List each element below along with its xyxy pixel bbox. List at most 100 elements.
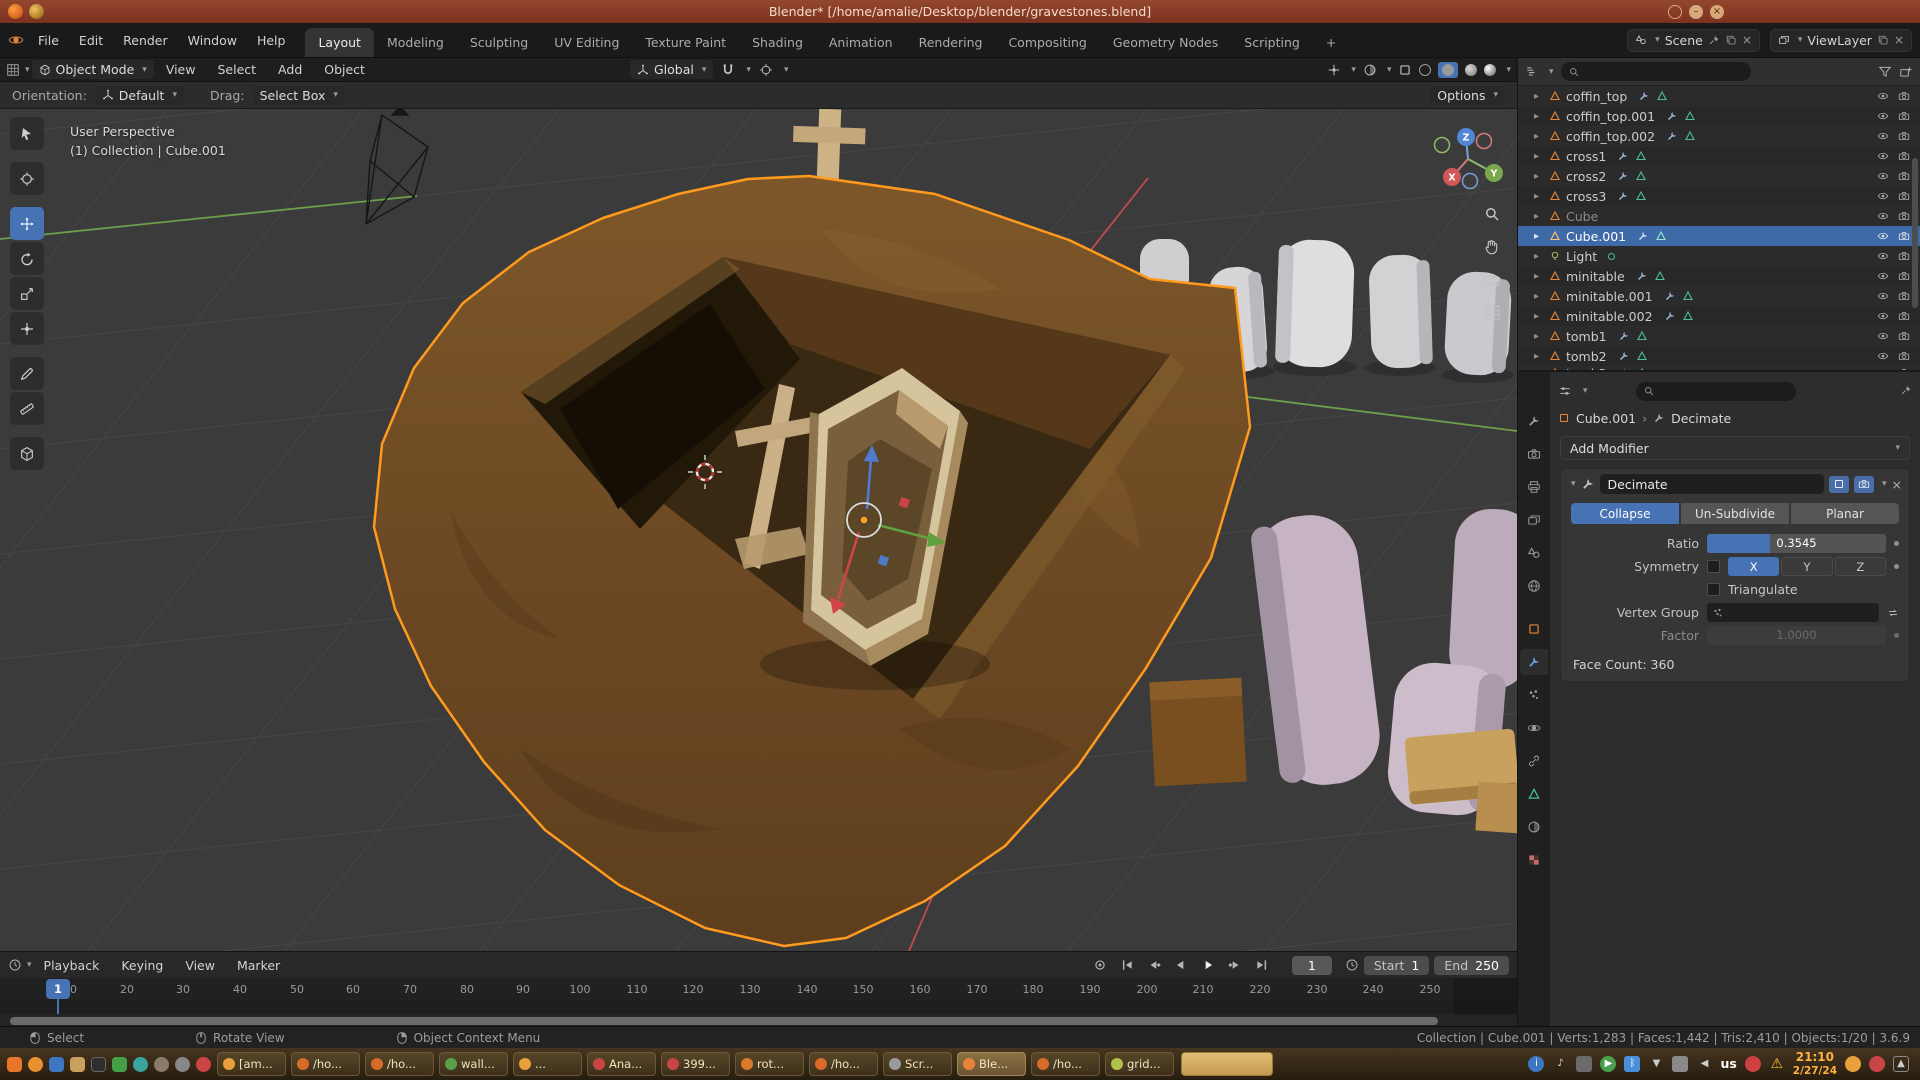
axis-z-button[interactable]: Z bbox=[1835, 557, 1886, 576]
taskbar-window[interactable]: [am... bbox=[217, 1052, 286, 1076]
hide-eye-icon[interactable] bbox=[1877, 250, 1889, 262]
tab-animation[interactable]: Animation bbox=[816, 28, 906, 57]
tab-material[interactable] bbox=[1520, 814, 1548, 840]
axis-x-button[interactable]: X bbox=[1728, 557, 1779, 576]
hide-eye-icon[interactable] bbox=[1877, 310, 1889, 322]
terrain-mound[interactable] bbox=[374, 176, 1250, 946]
shading-solid-button[interactable] bbox=[1438, 62, 1458, 78]
bluetooth-tray-icon[interactable]: ᛒ bbox=[1624, 1056, 1640, 1072]
outliner-item[interactable]: ▸coffin_top.001 bbox=[1518, 106, 1920, 126]
tab-layout[interactable]: Layout bbox=[305, 28, 374, 57]
close-modifier-icon[interactable]: × bbox=[1892, 477, 1902, 492]
shading-material-button[interactable] bbox=[1465, 64, 1477, 76]
properties-search-input[interactable] bbox=[1636, 382, 1796, 401]
tab-uv-editing[interactable]: UV Editing bbox=[541, 28, 632, 57]
tool-transform[interactable] bbox=[10, 312, 44, 345]
outliner-item[interactable]: ▸coffin_top.002 bbox=[1518, 126, 1920, 146]
render-visibility-icon[interactable] bbox=[1898, 330, 1910, 342]
expand-icon[interactable]: ▸ bbox=[1534, 151, 1544, 162]
triangulate-checkbox[interactable] bbox=[1707, 583, 1720, 596]
play-tray-icon[interactable]: ▶ bbox=[1600, 1056, 1616, 1072]
timeline-editor-icon[interactable] bbox=[8, 958, 22, 972]
properties-editor-icon[interactable] bbox=[1558, 384, 1572, 398]
tool-measure[interactable] bbox=[10, 392, 44, 425]
pin-icon[interactable] bbox=[1900, 384, 1912, 396]
render-visibility-icon[interactable] bbox=[1898, 130, 1910, 142]
hide-eye-icon[interactable] bbox=[1877, 190, 1889, 202]
play-reverse-button[interactable] bbox=[1170, 956, 1192, 974]
gravestones-purple[interactable] bbox=[1249, 507, 1517, 835]
shading-wireframe-button[interactable] bbox=[1419, 64, 1431, 76]
axis-y-button[interactable]: Y bbox=[1781, 557, 1832, 576]
tool-add-cube[interactable] bbox=[10, 437, 44, 470]
taskbar-window[interactable]: /ho... bbox=[1031, 1052, 1100, 1076]
tab-planar[interactable]: Planar bbox=[1791, 503, 1899, 524]
tab-scripting[interactable]: Scripting bbox=[1231, 28, 1313, 57]
tab-scene[interactable] bbox=[1520, 540, 1548, 566]
outliner-item[interactable]: ▸tomb1 bbox=[1518, 326, 1920, 346]
collapse-panel-icon[interactable]: ▾ bbox=[1571, 479, 1576, 489]
use-preview-range-icon[interactable] bbox=[1345, 958, 1359, 972]
ratio-slider[interactable]: 0.3545 bbox=[1707, 534, 1886, 553]
app-menu-icon[interactable] bbox=[5, 1052, 23, 1076]
render-visibility-icon[interactable] bbox=[1898, 250, 1910, 262]
render-visibility-icon[interactable] bbox=[1898, 350, 1910, 362]
orientation-dropdown[interactable]: Default ▾ bbox=[95, 86, 184, 105]
nav-axis-neg-x[interactable] bbox=[1477, 134, 1492, 149]
transform-orientation-dropdown[interactable]: Global ▾ bbox=[630, 60, 713, 79]
expand-icon[interactable]: ▸ bbox=[1534, 231, 1544, 242]
tab-view-layer[interactable] bbox=[1520, 507, 1548, 533]
render-visibility-icon[interactable] bbox=[1898, 190, 1910, 202]
alert-tray-icon[interactable] bbox=[1745, 1056, 1761, 1072]
show-desktop-icon[interactable]: ▲ bbox=[1893, 1056, 1909, 1072]
hide-eye-icon[interactable] bbox=[1877, 110, 1889, 122]
proportional-editing-icon[interactable] bbox=[759, 63, 773, 77]
menu-window[interactable]: Window bbox=[178, 33, 247, 48]
expand-icon[interactable]: ▸ bbox=[1534, 171, 1544, 182]
hide-eye-icon[interactable] bbox=[1877, 130, 1889, 142]
expand-icon[interactable]: ▸ bbox=[1534, 211, 1544, 222]
menu-help[interactable]: Help bbox=[247, 33, 296, 48]
nav-axis-neg-z[interactable] bbox=[1463, 174, 1478, 189]
pin-icon[interactable] bbox=[1708, 34, 1720, 46]
tab-particles[interactable] bbox=[1520, 682, 1548, 708]
outliner-item-selected[interactable]: ▸Cube.001 bbox=[1518, 226, 1920, 246]
tab-constraints[interactable] bbox=[1520, 748, 1548, 774]
hide-eye-icon[interactable] bbox=[1877, 210, 1889, 222]
viewport-canvas[interactable]: Z Y X bbox=[0, 109, 1517, 951]
current-frame-field[interactable]: 1 bbox=[1292, 956, 1332, 975]
tab-texture[interactable] bbox=[1520, 847, 1548, 873]
expand-icon[interactable]: ▸ bbox=[1534, 331, 1544, 342]
outliner-item[interactable]: ▸minitable.001 bbox=[1518, 286, 1920, 306]
info-tray-icon[interactable]: i bbox=[1528, 1056, 1544, 1072]
timeline-scrollbar[interactable] bbox=[10, 1017, 1438, 1025]
network-tray-icon[interactable] bbox=[1672, 1056, 1688, 1072]
hide-eye-icon[interactable] bbox=[1877, 270, 1889, 282]
render-visibility-icon[interactable] bbox=[1898, 150, 1910, 162]
outliner-item[interactable]: ▸cross1 bbox=[1518, 146, 1920, 166]
menu-playback[interactable]: Playback bbox=[34, 958, 110, 973]
camera-object[interactable] bbox=[366, 109, 428, 224]
app-icon[interactable] bbox=[194, 1052, 212, 1076]
tab-modeling[interactable]: Modeling bbox=[374, 28, 457, 57]
zoom-icon[interactable] bbox=[1483, 205, 1501, 223]
auto-keyframe-button[interactable] bbox=[1089, 956, 1111, 974]
tab-collapse[interactable]: Collapse bbox=[1571, 503, 1679, 524]
media-icon[interactable] bbox=[131, 1052, 149, 1076]
new-scene-icon[interactable] bbox=[1725, 34, 1737, 46]
menu-edit[interactable]: Edit bbox=[69, 33, 113, 48]
frame-ruler[interactable]: 10 20 30 40 50 60 70 80 90 100 110 120 1… bbox=[0, 978, 1517, 1001]
xray-toggle-icon[interactable] bbox=[1398, 63, 1412, 77]
expand-icon[interactable]: ▸ bbox=[1534, 251, 1544, 262]
files-icon[interactable] bbox=[68, 1052, 86, 1076]
menu-object[interactable]: Object bbox=[314, 62, 375, 77]
tab-shading[interactable]: Shading bbox=[739, 28, 816, 57]
tab-output[interactable] bbox=[1520, 474, 1548, 500]
clipboard-tray-icon[interactable] bbox=[1576, 1056, 1592, 1072]
animate-dot-icon[interactable] bbox=[1894, 541, 1899, 546]
new-collection-icon[interactable] bbox=[1899, 65, 1913, 79]
menu-view[interactable]: View bbox=[175, 958, 225, 973]
tab-object-data[interactable] bbox=[1520, 781, 1548, 807]
tab-object[interactable] bbox=[1520, 616, 1548, 642]
timeline-ruler-area[interactable]: 10 20 30 40 50 60 70 80 90 100 110 120 1… bbox=[0, 978, 1517, 1027]
